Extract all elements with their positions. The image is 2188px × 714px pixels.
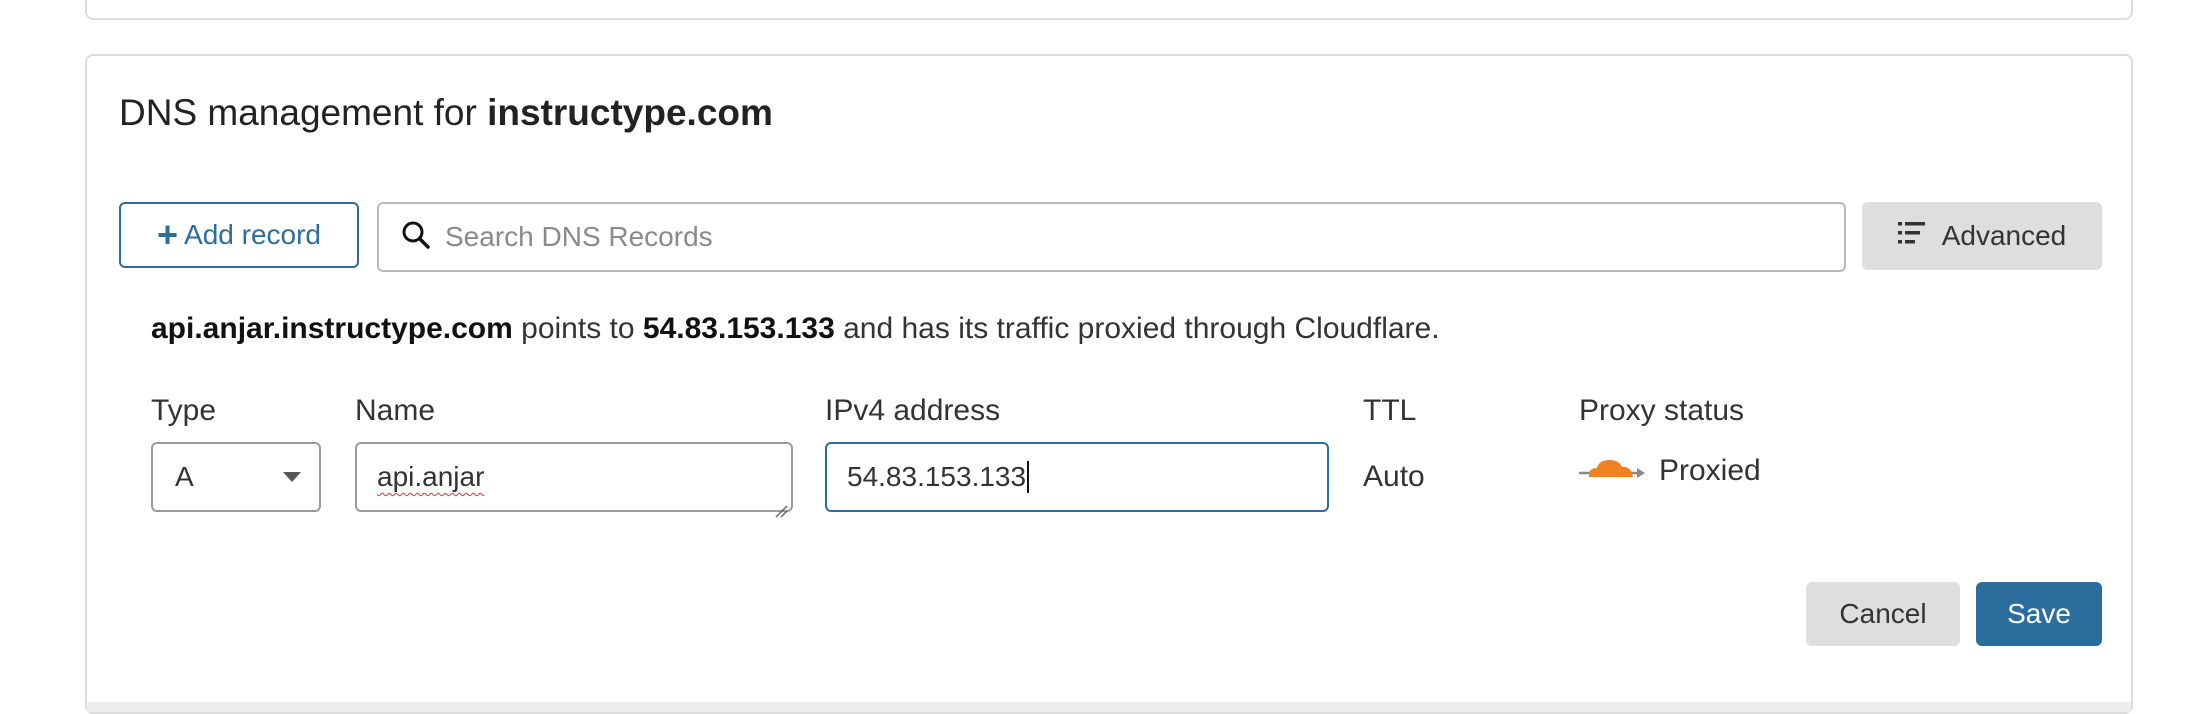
name-field-value: api.anjar bbox=[377, 461, 485, 492]
ttl-value: Auto bbox=[1363, 460, 1425, 493]
record-summary: api.anjar.instructype.com points to 54.8… bbox=[151, 312, 1440, 346]
search-icon bbox=[401, 220, 431, 255]
plus-icon: + bbox=[157, 214, 179, 255]
type-select-value: A bbox=[175, 461, 194, 492]
cloudflare-cloud-icon bbox=[1579, 452, 1645, 490]
list-filter-icon bbox=[1897, 220, 1926, 252]
name-field[interactable]: api.anjar bbox=[355, 442, 793, 518]
add-record-label: Add record bbox=[184, 219, 321, 250]
advanced-button[interactable]: Advanced bbox=[1862, 202, 2102, 270]
ipv4-address-field[interactable]: 54.83.153.133 bbox=[825, 442, 1329, 512]
search-box[interactable] bbox=[377, 202, 1846, 272]
proxy-status-label: Proxy status bbox=[1579, 394, 1745, 427]
resize-grip-icon[interactable] bbox=[774, 493, 788, 518]
save-button[interactable]: Save bbox=[1976, 582, 2102, 646]
advanced-label: Advanced bbox=[1941, 220, 2067, 251]
cancel-button[interactable]: Cancel bbox=[1806, 582, 1960, 646]
type-label: Type bbox=[151, 394, 217, 427]
name-label: Name bbox=[355, 394, 436, 427]
previous-card bbox=[85, 0, 2133, 20]
ttl-label: TTL bbox=[1363, 394, 1417, 427]
type-select[interactable]: A bbox=[151, 442, 321, 512]
summary-points-to: points to bbox=[521, 312, 635, 345]
page-title: DNS management for instructype.com bbox=[119, 92, 773, 134]
proxy-status-value: Proxied bbox=[1659, 454, 1761, 487]
search-input[interactable] bbox=[443, 220, 1797, 254]
chevron-down-icon bbox=[283, 472, 301, 482]
dns-management-card: DNS management for instructype.com + Add… bbox=[85, 54, 2133, 714]
add-record-button[interactable]: + Add record bbox=[119, 202, 359, 268]
summary-ip: 54.83.153.133 bbox=[642, 312, 835, 345]
ipv4-label: IPv4 address bbox=[825, 394, 1001, 427]
ipv4-address-value: 54.83.153.133 bbox=[847, 461, 1027, 492]
text-cursor bbox=[1027, 461, 1030, 493]
page-title-domain: instructype.com bbox=[487, 92, 773, 133]
summary-suffix: and has its traffic proxied through Clou… bbox=[843, 312, 1440, 345]
proxy-status-toggle[interactable]: Proxied bbox=[1579, 452, 1761, 490]
card-footer-divider bbox=[87, 702, 2131, 712]
page-title-prefix: DNS management for bbox=[119, 92, 477, 133]
summary-record-name: api.anjar.instructype.com bbox=[151, 312, 513, 345]
